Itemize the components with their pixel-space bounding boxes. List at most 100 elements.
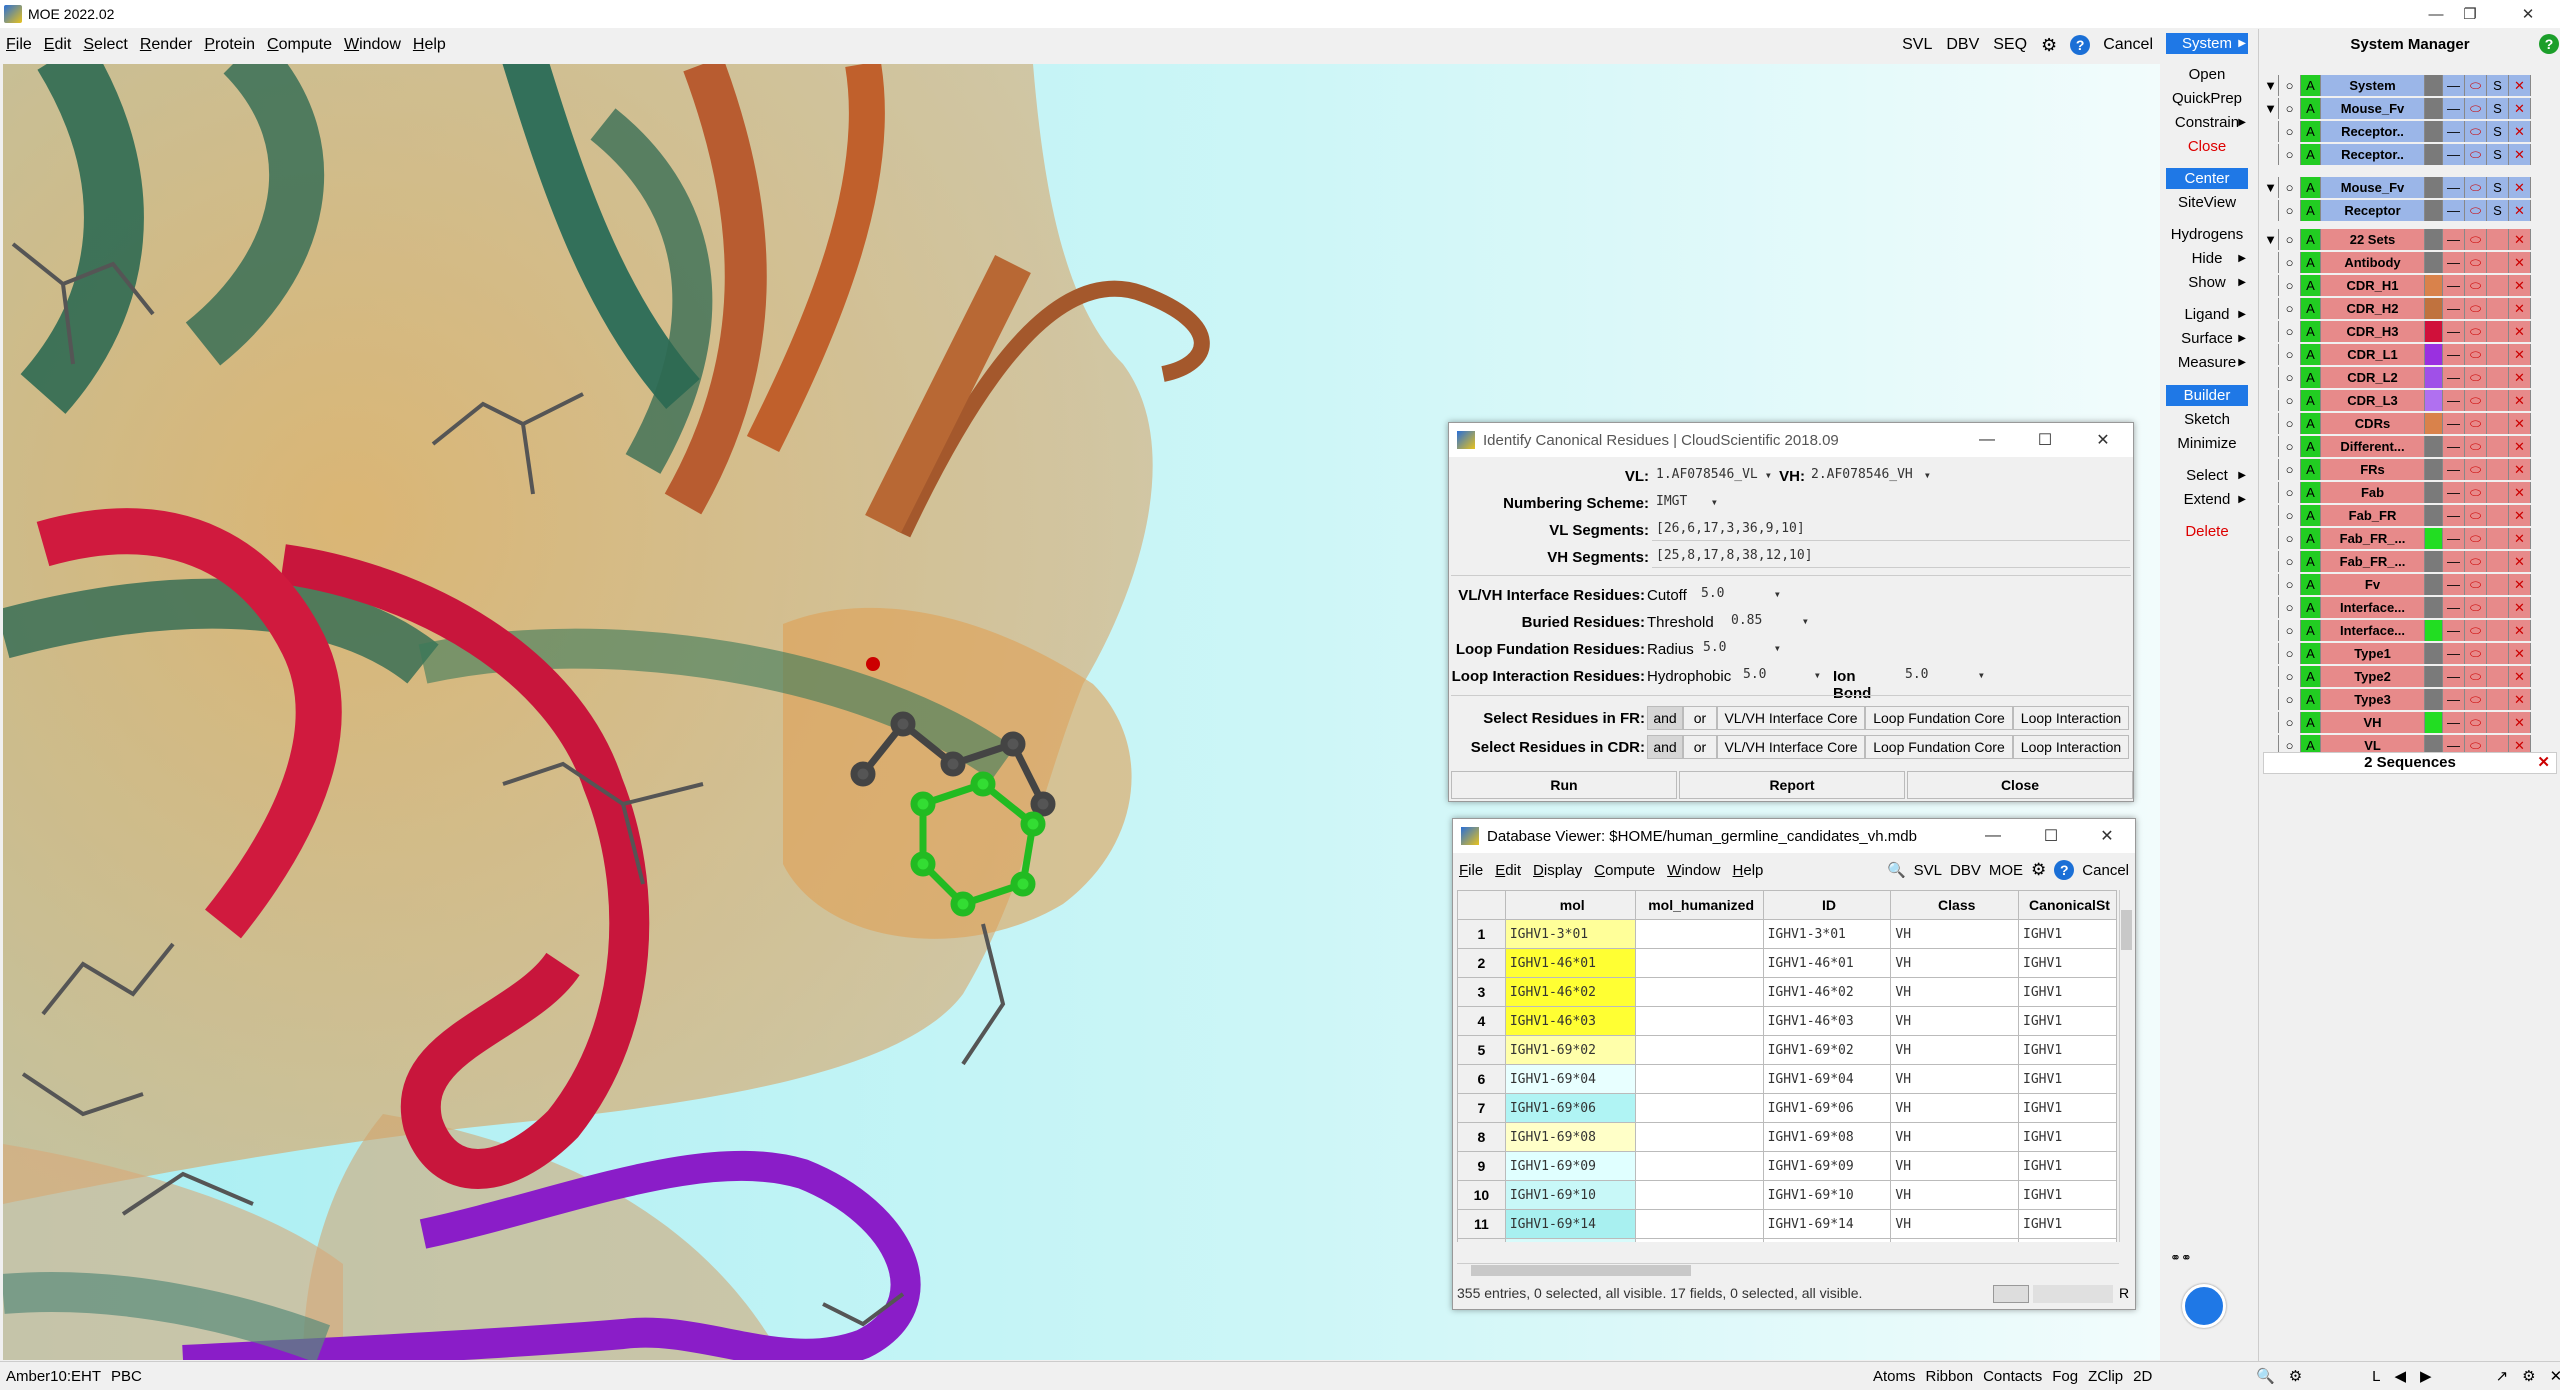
tree-row-label[interactable]: Fab [2321, 482, 2425, 503]
system-tree-row[interactable]: ○ A CDR_L3 — ⬭ ✕ [2263, 390, 2557, 411]
system-button[interactable]: System ▶ [2166, 33, 2248, 54]
help-icon[interactable]: ? [2070, 35, 2091, 55]
active-toggle[interactable]: A [2301, 643, 2321, 664]
delete-icon[interactable]: ✕ [2509, 177, 2531, 198]
dbv-menu-file[interactable]: File [1453, 862, 1489, 879]
system-tree-row[interactable]: ○ A Interface... — ⬭ ✕ [2263, 620, 2557, 641]
menu-select[interactable]: Select [77, 36, 133, 54]
ribbon-toggle[interactable]: ⬭ [2465, 321, 2487, 342]
surface-toggle[interactable] [2487, 505, 2509, 526]
active-toggle[interactable]: A [2301, 75, 2321, 96]
ribbon-toggle[interactable]: ⬭ [2465, 620, 2487, 641]
cancel-button[interactable]: Cancel [2096, 36, 2160, 54]
color-swatch[interactable] [2425, 574, 2443, 595]
delete-icon[interactable]: ✕ [2509, 597, 2531, 618]
active-toggle[interactable]: A [2301, 689, 2321, 710]
surface-toggle[interactable] [2487, 574, 2509, 595]
expand-icon[interactable]: ▼ [2263, 229, 2279, 250]
visibility-icon[interactable]: ○ [2279, 98, 2301, 119]
system-tree-row[interactable]: ▼ ○ A System — ⬭ S ✕ [2263, 75, 2557, 96]
settings-icon[interactable]: ⚙ [2522, 1367, 2535, 1385]
gear-icon[interactable]: ⚙ [2031, 860, 2046, 880]
color-swatch[interactable] [2425, 229, 2443, 250]
visibility-icon[interactable]: ○ [2279, 482, 2301, 503]
surface-button[interactable]: Surface ▶ [2166, 328, 2248, 349]
surface-toggle[interactable]: S [2487, 200, 2509, 221]
column-header-mol-humanized[interactable]: mol_humanized [1634, 890, 1764, 920]
lock-toggle[interactable]: — [2443, 482, 2465, 503]
column-header-id[interactable]: ID [1762, 890, 1892, 920]
close-icon[interactable]: ✕ [2537, 753, 2550, 773]
table-row[interactable]: 2 IGHV1-46*01 IGHV1-46*01 VH IGHV1 [1457, 948, 2117, 978]
delete-icon[interactable]: ✕ [2509, 689, 2531, 710]
siteview-button[interactable]: SiteView [2166, 192, 2248, 213]
ribbon-toggle[interactable]: ⬭ [2465, 597, 2487, 618]
surface-toggle[interactable] [2487, 620, 2509, 641]
active-toggle[interactable]: A [2301, 574, 2321, 595]
menu-window[interactable]: Window [338, 36, 407, 54]
id-cell[interactable]: IGHV1-3*01 [1762, 919, 1892, 949]
id-cell[interactable]: IGHV1-69*04 [1762, 1064, 1892, 1094]
delete-icon[interactable]: ✕ [2509, 643, 2531, 664]
color-swatch[interactable] [2425, 689, 2443, 710]
class-cell[interactable]: VH [1890, 1122, 2020, 1152]
color-swatch[interactable] [2425, 459, 2443, 480]
ribbon-toggle[interactable]: ⬭ [2465, 98, 2487, 119]
visibility-icon[interactable]: ○ [2279, 229, 2301, 250]
surface-toggle[interactable] [2487, 459, 2509, 480]
row-number[interactable]: 11 [1457, 1209, 1506, 1239]
id-cell[interactable]: IGHV1-69*09 [1762, 1151, 1892, 1181]
delete-icon[interactable]: ✕ [2509, 482, 2531, 503]
color-swatch[interactable] [2425, 298, 2443, 319]
system-tree-row[interactable]: ○ A Fv — ⬭ ✕ [2263, 574, 2557, 595]
color-swatch[interactable] [2425, 413, 2443, 434]
show-button[interactable]: Show ▶ [2166, 272, 2248, 293]
class-cell[interactable]: VH [1890, 1151, 2020, 1181]
tree-row-label[interactable]: CDRs [2321, 413, 2425, 434]
dbv-dbv-button[interactable]: DBV [1950, 862, 1981, 879]
class-cell[interactable]: VH [1890, 977, 2020, 1007]
tree-row-label[interactable]: CDR_H2 [2321, 298, 2425, 319]
mol-humanized-cell[interactable] [1634, 1122, 1764, 1152]
delete-icon[interactable]: ✕ [2509, 505, 2531, 526]
expand-icon[interactable]: ▼ [2263, 75, 2279, 96]
cdr-loop-fundation-button[interactable]: Loop Fundation Core [1865, 735, 2013, 759]
fr-loop-interaction-button[interactable]: Loop Interaction [2013, 706, 2129, 730]
class-cell[interactable]: VH [1890, 919, 2020, 949]
canonical-cell[interactable]: IGHV1 [2018, 1006, 2117, 1036]
tree-row-label[interactable]: CDR_H3 [2321, 321, 2425, 342]
maximize-icon[interactable]: ☐ [2017, 423, 2073, 457]
quickprep-button[interactable]: QuickPrep [2166, 88, 2248, 109]
system-tree-row[interactable]: ○ A Fab — ⬭ ✕ [2263, 482, 2557, 503]
lock-toggle[interactable]: — [2443, 98, 2465, 119]
table-row[interactable]: 11 IGHV1-69*14 IGHV1-69*14 VH IGHV1 [1457, 1209, 2117, 1239]
delete-icon[interactable]: ✕ [2509, 574, 2531, 595]
lock-toggle[interactable]: — [2443, 620, 2465, 641]
fr-and-toggle[interactable]: and [1647, 706, 1683, 730]
fr-loop-fundation-button[interactable]: Loop Fundation Core [1865, 706, 2013, 730]
center-button[interactable]: Center [2166, 168, 2248, 189]
tree-row-label[interactable]: CDR_H1 [2321, 275, 2425, 296]
ribbon-toggle[interactable]: ⬭ [2465, 121, 2487, 142]
color-swatch[interactable] [2425, 367, 2443, 388]
lock-toggle[interactable]: — [2443, 436, 2465, 457]
active-toggle[interactable]: A [2301, 121, 2321, 142]
lock-toggle[interactable]: — [2443, 574, 2465, 595]
delete-icon[interactable]: ✕ [2509, 390, 2531, 411]
id-cell[interactable]: IGHV1-69*06 [1762, 1093, 1892, 1123]
color-swatch[interactable] [2425, 597, 2443, 618]
delete-icon[interactable]: ✕ [2509, 459, 2531, 480]
visibility-icon[interactable]: ○ [2279, 436, 2301, 457]
class-cell[interactable]: VH [1890, 1093, 2020, 1123]
tree-row-label[interactable]: FRs [2321, 459, 2425, 480]
sysman-help-icon[interactable]: ? [2539, 34, 2559, 54]
hydrogens-button[interactable]: Hydrogens [2166, 224, 2248, 245]
delete-icon[interactable]: ✕ [2509, 298, 2531, 319]
mol-cell[interactable]: IGHV1-46*03 [1504, 1006, 1636, 1036]
tree-row-label[interactable]: Antibody [2321, 252, 2425, 273]
tree-row-label[interactable]: Receptor.. [2321, 121, 2425, 142]
ion-bond-select[interactable]: 5.0 [1901, 665, 1989, 687]
vertical-scrollbar[interactable] [2119, 890, 2133, 1242]
lock-toggle[interactable]: — [2443, 121, 2465, 142]
atoms-toggle[interactable]: Atoms [1868, 1368, 1921, 1385]
